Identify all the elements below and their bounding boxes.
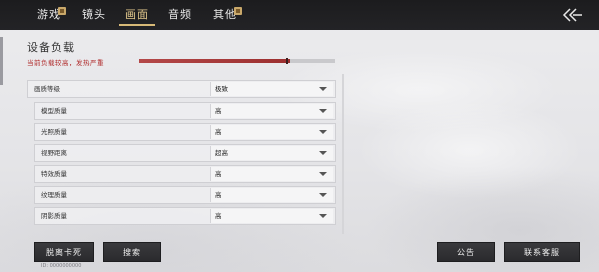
dropdown-value: 高 bbox=[215, 128, 222, 136]
chevron-down-icon bbox=[319, 151, 327, 155]
dropdown-value: 高 bbox=[215, 212, 222, 220]
setting-row-shadow-quality: 阴影质量 高 bbox=[34, 207, 336, 225]
device-load-warning: 当前负载较高，发热严重 bbox=[27, 59, 104, 67]
model-quality-dropdown[interactable]: 高 bbox=[210, 104, 333, 118]
chevron-down-icon bbox=[319, 109, 327, 113]
setting-row-effects-quality: 特效质量 高 bbox=[34, 165, 336, 183]
setting-label: 阴影质量 bbox=[41, 212, 67, 220]
tab-graphics[interactable]: 画面 bbox=[119, 0, 155, 30]
texture-quality-dropdown[interactable]: 高 bbox=[210, 188, 333, 202]
settings-scrollbar[interactable] bbox=[342, 74, 344, 234]
tab-other[interactable]: 其他 bbox=[213, 0, 237, 30]
chevron-down-icon bbox=[319, 214, 327, 218]
setting-label: 视野距离 bbox=[41, 149, 67, 157]
tab-camera[interactable]: 镜头 bbox=[82, 0, 106, 30]
dropdown-value: 高 bbox=[215, 170, 222, 178]
effects-quality-dropdown[interactable]: 高 bbox=[210, 167, 333, 181]
notice-button[interactable]: 公告 bbox=[437, 242, 495, 262]
top-nav-bar: 游戏 镜头 画面 音频 其他 bbox=[0, 0, 599, 30]
left-scroll-indicator bbox=[0, 37, 3, 85]
tab-game[interactable]: 游戏 bbox=[37, 0, 61, 30]
device-load-marker bbox=[286, 58, 289, 64]
contact-support-button[interactable]: 联系客服 bbox=[504, 242, 580, 262]
lighting-quality-dropdown[interactable]: 高 bbox=[210, 125, 333, 139]
dropdown-value: 超高 bbox=[215, 149, 228, 157]
setting-label: 纹理质量 bbox=[41, 191, 67, 199]
double-chevron-left-icon bbox=[562, 8, 582, 22]
setting-row-texture-quality: 纹理质量 高 bbox=[34, 186, 336, 204]
chevron-down-icon bbox=[319, 87, 327, 91]
setting-row-quality-level: 画质等级 极致 bbox=[27, 80, 336, 98]
device-load-bar bbox=[139, 58, 335, 64]
setting-label: 光照质量 bbox=[41, 128, 67, 136]
tab-audio[interactable]: 音频 bbox=[168, 0, 192, 30]
tab-other-new-badge-icon bbox=[234, 7, 242, 15]
dropdown-value: 高 bbox=[215, 191, 222, 199]
view-distance-dropdown[interactable]: 超高 bbox=[210, 146, 333, 160]
dropdown-value: 极致 bbox=[215, 85, 228, 93]
setting-label: 画质等级 bbox=[34, 85, 60, 93]
shadow-quality-dropdown[interactable]: 高 bbox=[210, 209, 333, 223]
setting-label: 特效质量 bbox=[41, 170, 67, 178]
tab-game-new-badge-icon bbox=[58, 7, 66, 15]
back-button[interactable] bbox=[561, 7, 583, 23]
chevron-down-icon bbox=[319, 130, 327, 134]
setting-row-model-quality: 模型质量 高 bbox=[34, 102, 336, 120]
setting-row-lighting-quality: 光照质量 高 bbox=[34, 123, 336, 141]
chevron-down-icon bbox=[319, 193, 327, 197]
player-uid: ID: 0000000000 bbox=[41, 263, 82, 269]
setting-label: 模型质量 bbox=[41, 107, 67, 115]
unstuck-button[interactable]: 脱离卡死 bbox=[34, 242, 94, 262]
quality-level-dropdown[interactable]: 极致 bbox=[210, 82, 333, 96]
device-load-fill bbox=[139, 59, 290, 63]
dropdown-value: 高 bbox=[215, 107, 222, 115]
setting-row-view-distance: 视野距离 超高 bbox=[34, 144, 336, 162]
chevron-down-icon bbox=[319, 172, 327, 176]
device-load-title: 设备负载 bbox=[27, 41, 75, 54]
search-button[interactable]: 搜索 bbox=[103, 242, 161, 262]
